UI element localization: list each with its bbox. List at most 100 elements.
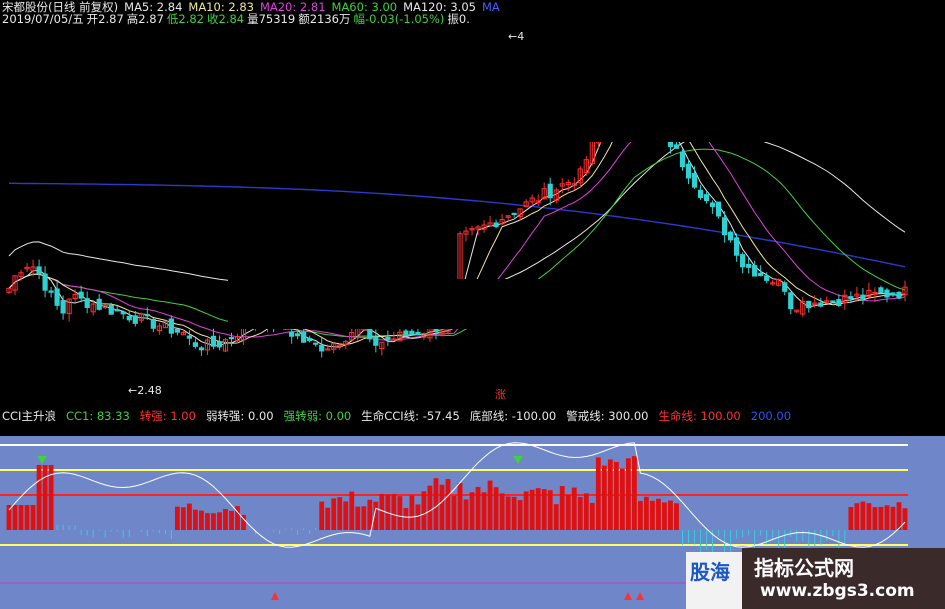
cci-bar <box>523 491 529 530</box>
candle-body <box>703 194 710 202</box>
cci-bar <box>674 503 679 530</box>
candle-body <box>126 315 132 321</box>
candle-body <box>758 272 764 277</box>
occlusion-top-right <box>534 14 945 142</box>
cci-bar <box>902 508 908 530</box>
cci-bar <box>12 505 18 530</box>
low-annotation: ←2.48 <box>128 384 162 397</box>
indicator-field-4: 强转弱: 0.00 <box>283 409 352 423</box>
candle-body <box>728 231 734 241</box>
cci-bar <box>451 495 457 530</box>
cci-bar <box>391 494 397 530</box>
cci-bar <box>577 497 583 530</box>
candle-body <box>752 265 758 277</box>
cci-bar <box>205 513 210 530</box>
candle-body <box>186 335 193 339</box>
cci-bar <box>559 486 565 530</box>
candle-body <box>295 333 301 337</box>
cci-bar <box>571 487 577 530</box>
cci-bar <box>180 507 186 530</box>
cci-bar <box>331 498 337 530</box>
cci-bar <box>367 499 373 530</box>
cci-bar <box>535 488 541 530</box>
candle-body <box>132 315 138 324</box>
indicator-field-9: 200.00 <box>750 409 792 423</box>
candle-body <box>878 287 884 294</box>
cci-bar <box>860 501 866 530</box>
indicator-field-6: 底部线: -100.00 <box>469 409 557 423</box>
cci-bar <box>499 493 505 530</box>
cci-bar <box>668 500 673 530</box>
cci-bar <box>656 498 661 530</box>
candle-body <box>860 294 866 300</box>
indicator-field-5: 生命CCI线: -57.45 <box>361 409 460 423</box>
candle-body <box>740 254 746 268</box>
candle-body <box>691 172 698 188</box>
candle-body <box>890 292 896 296</box>
cci-bar <box>337 497 343 530</box>
candle-body <box>307 337 313 342</box>
candle-body <box>848 296 854 299</box>
cci-bar <box>595 457 601 530</box>
cci-bar <box>349 491 355 530</box>
candle-body <box>746 263 752 268</box>
candle-body <box>782 282 788 292</box>
candle-body <box>42 273 48 291</box>
cci-bar <box>481 492 487 530</box>
zhang-mark: 涨 <box>495 388 506 401</box>
cci-bar <box>890 506 896 530</box>
cci-bar <box>397 496 403 530</box>
indicator-field-1: CC1: 83.33 <box>65 409 130 423</box>
indicator-header: CCI主升浪 CC1: 83.33 转强: 1.00 弱转强: 0.00 强转弱: 0.… <box>2 409 801 423</box>
cci-bar <box>403 508 409 530</box>
cci-bar <box>319 501 325 530</box>
cci-bar <box>896 502 902 530</box>
candle-body <box>715 201 722 217</box>
indicator-field-8: 生命线: 100.00 <box>658 409 741 423</box>
ma250-line <box>9 182 906 268</box>
candle-body <box>150 318 156 329</box>
occlusion-middle <box>228 279 718 329</box>
cci-bar <box>30 505 36 530</box>
cci-bar <box>187 503 192 530</box>
candle-body <box>319 344 325 352</box>
candle-body <box>409 330 415 335</box>
watermark-left: 股海 <box>686 552 744 609</box>
candle-body <box>764 275 770 281</box>
cci-bar <box>613 461 619 530</box>
candle-body <box>403 330 409 337</box>
cci-bar <box>475 486 481 530</box>
candle-body <box>174 328 180 333</box>
cci-bar <box>607 459 613 530</box>
high-annotation: ←4 <box>508 30 524 43</box>
cci-bar <box>547 490 553 530</box>
candle-body <box>60 300 66 314</box>
cci-bar <box>18 505 24 530</box>
indicator-field-7: 警戒线: 300.00 <box>566 409 649 423</box>
candle-body <box>84 298 90 309</box>
candle-body <box>385 336 391 341</box>
candle-body <box>289 331 295 337</box>
candle-body <box>884 289 890 298</box>
cci-bar <box>379 493 385 530</box>
candle-body <box>673 144 680 149</box>
cci-bar <box>565 494 571 530</box>
cci-bar <box>42 465 48 530</box>
candle-body <box>679 151 686 168</box>
cci-bar <box>884 505 890 530</box>
cci-bar <box>439 484 445 530</box>
cci-bar <box>427 485 433 530</box>
cci-bar <box>866 503 872 530</box>
cci-bar <box>174 506 180 530</box>
stock-chart[interactable]: ←2.48 ←4 涨 <box>0 0 945 609</box>
cci-bar <box>343 501 349 530</box>
candle-body <box>144 314 150 317</box>
cci-bar <box>487 480 493 530</box>
cci-bar <box>529 489 535 530</box>
cci-bar <box>433 478 439 530</box>
cci-bar <box>355 506 361 530</box>
candle-body <box>114 309 120 312</box>
cci-bar <box>583 493 589 530</box>
cci-bar <box>631 456 637 530</box>
ma120-line <box>8 133 906 305</box>
